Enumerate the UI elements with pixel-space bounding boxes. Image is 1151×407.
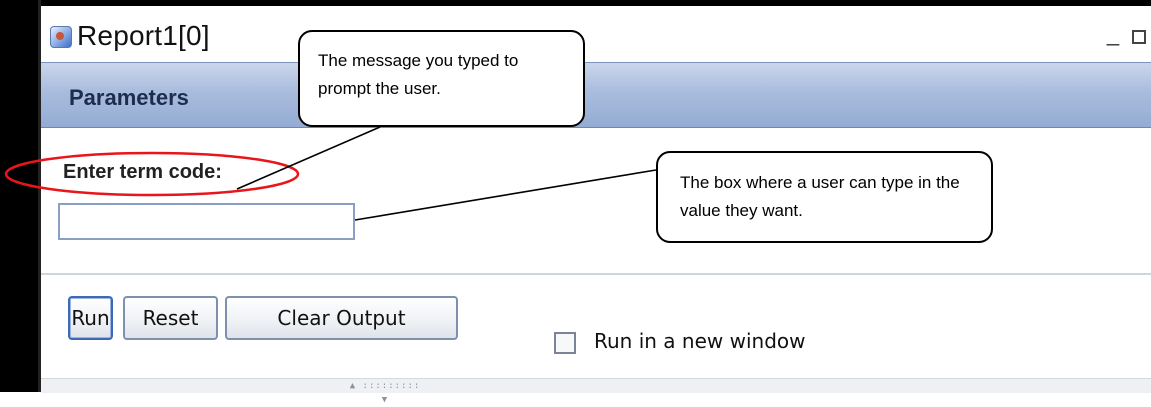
term-code-input[interactable] — [58, 203, 355, 240]
parameters-header: Parameters — [41, 62, 1151, 128]
window-title: Report1[0] — [77, 20, 210, 51]
report-app-icon — [50, 26, 72, 48]
run-in-new-window-checkbox[interactable] — [554, 332, 576, 354]
run-in-new-window-label: Run in a new window — [594, 329, 806, 353]
window-frame-left — [0, 0, 38, 392]
splitter-handle[interactable]: ▲ ::::::::: ▼ — [345, 379, 425, 405]
divider — [41, 273, 1151, 275]
input-callout: The box where a user can type in the val… — [656, 151, 993, 243]
reset-button[interactable]: Reset — [123, 296, 218, 340]
splitter-bar: ▲ ::::::::: ▼ — [41, 378, 1151, 405]
maximize-icon[interactable] — [1132, 30, 1146, 44]
run-button[interactable]: Run — [68, 296, 113, 340]
prompt-callout: The message you typed to prompt the user… — [298, 30, 585, 127]
term-code-prompt-label: Enter term code: — [63, 161, 222, 183]
parameters-title: Parameters — [69, 85, 189, 110]
minimize-button[interactable]: _ — [1105, 22, 1121, 46]
clear-output-button[interactable]: Clear Output — [225, 296, 458, 340]
title-bar: Report1[0] _ — [41, 6, 1151, 62]
